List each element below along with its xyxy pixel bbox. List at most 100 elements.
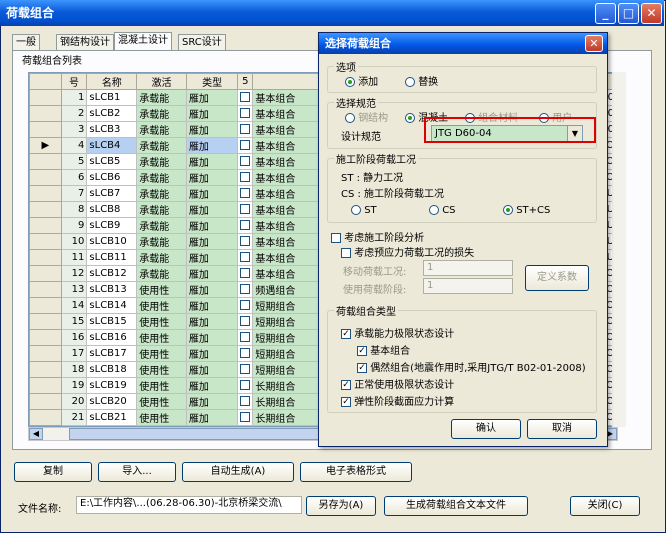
col-header-num[interactable]: 号 — [60, 73, 88, 90]
row-active[interactable]: 承载能 — [136, 265, 187, 282]
row-marker[interactable] — [29, 233, 62, 250]
type-accidental-checkbox[interactable]: ✓ 偶然组合(地震作用时,采用JTG/T B02-01-2008) — [357, 359, 586, 374]
row-name[interactable]: sLCB19 — [86, 377, 138, 394]
row-checkbox[interactable] — [237, 201, 254, 218]
row-name[interactable]: sLCB2 — [86, 105, 138, 122]
row-type[interactable]: 雁加 — [185, 377, 239, 394]
row-checkbox[interactable] — [237, 185, 254, 202]
stage-st-radio[interactable]: ST — [351, 205, 377, 216]
row-name[interactable]: sLCB21 — [86, 409, 138, 426]
row-number[interactable]: 18 — [60, 361, 88, 378]
row-active[interactable]: 承载能 — [136, 233, 187, 250]
row-name[interactable]: sLCB20 — [86, 393, 138, 410]
type-basic-checkbox[interactable]: ✓ 基本组合 — [357, 342, 410, 357]
row-active[interactable]: 使用性 — [136, 377, 187, 394]
row-active[interactable]: 使用性 — [136, 313, 187, 330]
row-type[interactable]: 雁加 — [185, 313, 239, 330]
row-marker[interactable] — [29, 121, 62, 138]
row-number[interactable]: 1 — [60, 89, 88, 106]
checkbox-empty-icon[interactable] — [240, 252, 251, 262]
row-marker[interactable] — [29, 217, 62, 234]
type-elastic-checkbox[interactable]: ✓ 弹性阶段截面应力计算 — [341, 393, 454, 408]
row-type[interactable]: 雁加 — [185, 329, 239, 346]
row-number[interactable]: 9 — [60, 217, 88, 234]
checkbox-empty-icon[interactable] — [240, 156, 251, 166]
checkbox-empty-icon[interactable] — [240, 92, 251, 102]
row-type[interactable]: 雁加 — [185, 137, 239, 154]
checkbox-empty-icon[interactable] — [240, 140, 251, 150]
row-checkbox[interactable] — [237, 281, 254, 298]
row-type[interactable]: 雁加 — [185, 393, 239, 410]
row-type[interactable]: 雁加 — [185, 361, 239, 378]
row-marker[interactable] — [29, 105, 62, 122]
row-name[interactable]: sLCB16 — [86, 329, 138, 346]
row-active[interactable]: 使用性 — [136, 329, 187, 346]
checkbox-empty-icon[interactable] — [240, 284, 251, 294]
checkbox-empty-icon[interactable] — [240, 364, 251, 374]
row-active[interactable]: 使用性 — [136, 393, 187, 410]
generate-text-file-button[interactable]: 生成荷载组合文本文件 — [384, 496, 528, 516]
tab-concrete[interactable]: 混凝土设计 — [114, 32, 172, 50]
row-marker[interactable] — [29, 409, 62, 426]
row-type[interactable]: 雁加 — [185, 169, 239, 186]
checkbox-empty-icon[interactable] — [240, 108, 251, 118]
row-checkbox[interactable] — [237, 249, 254, 266]
row-number[interactable]: 11 — [60, 249, 88, 266]
row-name[interactable]: sLCB6 — [86, 169, 138, 186]
row-number[interactable]: 7 — [60, 185, 88, 202]
checkbox-empty-icon[interactable] — [240, 396, 251, 406]
row-checkbox[interactable] — [237, 409, 254, 426]
row-name[interactable]: sLCB1 — [86, 89, 138, 106]
row-type[interactable]: 雁加 — [185, 185, 239, 202]
row-active[interactable]: 承载能 — [136, 89, 187, 106]
checkbox-empty-icon[interactable] — [240, 124, 251, 134]
stage-cs-radio[interactable]: CS — [429, 205, 456, 216]
checkbox-empty-icon[interactable] — [240, 380, 251, 390]
row-name[interactable]: sLCB14 — [86, 297, 138, 314]
row-number[interactable]: 16 — [60, 329, 88, 346]
grid-vertical-scrollbar[interactable] — [612, 72, 626, 427]
row-active[interactable]: 承载能 — [136, 121, 187, 138]
row-type[interactable]: 雁加 — [185, 345, 239, 362]
row-name[interactable]: sLCB5 — [86, 153, 138, 170]
row-active[interactable]: 承载能 — [136, 249, 187, 266]
row-number[interactable]: 2 — [60, 105, 88, 122]
row-marker[interactable] — [29, 361, 62, 378]
use-stage-field[interactable]: 1 — [423, 278, 513, 294]
row-marker[interactable] — [29, 265, 62, 282]
row-checkbox[interactable] — [237, 153, 254, 170]
row-name[interactable]: sLCB9 — [86, 217, 138, 234]
col-header-active[interactable]: 激活 — [136, 73, 187, 90]
row-checkbox[interactable] — [237, 393, 254, 410]
type-capacity-checkbox[interactable]: ✓ 承载能力极限状态设计 — [341, 325, 454, 340]
row-checkbox[interactable] — [237, 265, 254, 282]
checkbox-empty-icon[interactable] — [240, 300, 251, 310]
row-checkbox[interactable] — [237, 121, 254, 138]
row-marker[interactable] — [29, 185, 62, 202]
row-active[interactable]: 使用性 — [136, 281, 187, 298]
row-checkbox[interactable] — [237, 169, 254, 186]
row-number[interactable]: 10 — [60, 233, 88, 250]
row-marker[interactable] — [29, 169, 62, 186]
scroll-left-button[interactable]: ◀ — [29, 428, 43, 440]
row-name[interactable]: sLCB17 — [86, 345, 138, 362]
row-active[interactable]: 承载能 — [136, 105, 187, 122]
auto-generate-button[interactable]: 自动生成(A) — [182, 462, 294, 482]
checkbox-empty-icon[interactable] — [240, 204, 251, 214]
row-checkbox[interactable] — [237, 89, 254, 106]
col-header-check[interactable]: 5 — [237, 73, 254, 90]
col-header-name[interactable]: 名称 — [86, 73, 138, 90]
row-type[interactable]: 雁加 — [185, 121, 239, 138]
row-checkbox[interactable] — [237, 361, 254, 378]
row-checkbox[interactable] — [237, 137, 254, 154]
import-button[interactable]: 导入... — [98, 462, 176, 482]
row-type[interactable]: 雁加 — [185, 281, 239, 298]
row-number[interactable]: 20 — [60, 393, 88, 410]
row-number[interactable]: 6 — [60, 169, 88, 186]
checkbox-empty-icon[interactable] — [240, 172, 251, 182]
row-name[interactable]: sLCB8 — [86, 201, 138, 218]
checkbox-empty-icon[interactable] — [240, 412, 251, 422]
checkbox-empty-icon[interactable] — [240, 236, 251, 246]
type-service-checkbox[interactable]: ✓ 正常使用极限状态设计 — [341, 376, 454, 391]
row-type[interactable]: 雁加 — [185, 233, 239, 250]
